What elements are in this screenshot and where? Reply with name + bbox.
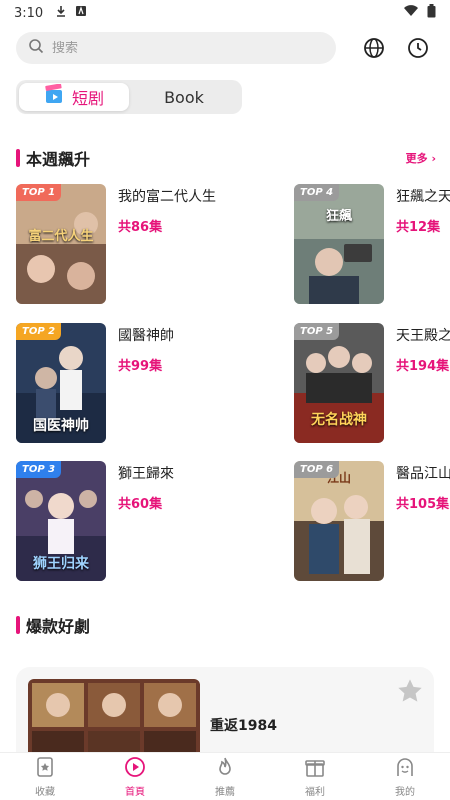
bookmark-star-icon [34,756,56,781]
rank-item-2[interactable]: 国医神帅 TOP 2 國醫神帥 共99集 [16,323,286,443]
rank-info-3: 獅王歸來 共60集 [106,461,174,581]
rank-item-3[interactable]: 狮王归来 TOP 3 獅王歸來 共60集 [16,461,286,581]
poster-4[interactable]: 狂飆 TOP 4 [294,184,384,304]
rank-item-4[interactable]: 狂飆 TOP 4 狂飆之天 共12集 [294,184,450,304]
rank-badge-2: TOP 2 [16,323,62,340]
rank-item-5[interactable]: 无名战神 TOP 5 天王殿之 共194集 [294,323,450,443]
poster-2-caption: 国医神帅 [33,418,89,434]
search-icon [28,38,44,58]
nav-label-profile: 我的 [395,786,415,798]
poster-4-art [294,184,384,304]
tab-book-label: Book [164,87,204,107]
rank-info-4: 狂飆之天 共12集 [384,184,450,304]
content-type-switch: 短剧 Book [16,80,242,114]
status-bar: 3:10 [0,0,450,26]
search-row [16,32,436,64]
rising-section-header: 本週飆升 更多 › [16,147,436,169]
nav-item-recommend[interactable]: 推薦 [180,753,270,800]
bottom-nav: 收藏 首頁 推薦 福利 我的 [0,752,450,800]
rank-title-5: 天王殿之 [396,328,450,344]
nav-item-favorites[interactable]: 收藏 [0,753,90,800]
search-box[interactable] [16,32,336,64]
profile-face-icon [394,756,416,781]
nav-item-home[interactable]: 首頁 [90,753,180,800]
rank-item-6[interactable]: 江山 TOP 6 醫品江山 共105集 [294,461,450,581]
poster-1-art [16,184,106,304]
flame-icon [214,756,236,781]
poster-1-caption: 富二代人生 [28,229,94,244]
rank-title-4: 狂飆之天 [396,189,450,205]
section-accent-bar [16,616,20,634]
rank-title-6: 醫品江山 [396,466,450,482]
poster-3[interactable]: 狮王归来 TOP 3 [16,461,106,581]
poster-4-caption: 狂飆 [325,209,352,224]
rank-info-2: 國醫神帥 共99集 [106,323,174,443]
rank-title-1: 我的富二代人生 [118,189,216,205]
nav-label-rewards: 福利 [305,786,325,798]
hot-drama-title: 重返1984 [210,718,277,734]
play-circle-icon [124,756,146,781]
clapperboard-icon [44,83,66,110]
rank-info-5: 天王殿之 共194集 [384,323,450,443]
section-accent-bar [16,149,20,167]
poster-2[interactable]: 国医神帅 TOP 2 [16,323,106,443]
hot-section-header: 爆款好劇 [16,614,436,636]
rank-title-2: 國醫神帥 [118,328,174,344]
rising-section-title: 本週飆升 [26,150,91,169]
rank-episodes-2: 共99集 [118,359,163,374]
hot-section-title: 爆款好劇 [26,617,91,636]
search-input[interactable] [52,40,292,56]
globe-icon[interactable] [362,36,386,60]
notification-a-icon [75,5,87,21]
rank-badge-4: TOP 4 [294,184,340,201]
nav-label-recommend: 推薦 [215,786,235,798]
rank-episodes-1: 共86集 [118,220,163,235]
rank-item-1[interactable]: 富二代人生 TOP 1 我的富二代人生 共86集 [16,184,286,304]
rank-badge-1: TOP 1 [16,184,62,201]
wifi-icon [403,5,419,21]
nav-label-favorites: 收藏 [35,786,55,798]
rank-badge-5: TOP 5 [294,323,340,340]
poster-5[interactable]: 无名战神 TOP 5 [294,323,384,443]
rank-info-6: 醫品江山 共105集 [384,461,450,581]
battery-icon [427,4,436,22]
nav-item-rewards[interactable]: 福利 [270,753,360,800]
rank-badge-3: TOP 3 [16,461,62,478]
rank-info-1: 我的富二代人生 共86集 [106,184,216,304]
download-icon [55,5,67,21]
rank-title-3: 獅王歸來 [118,466,174,482]
poster-5-caption: 无名战神 [311,412,367,428]
status-time: 3:10 [14,5,44,21]
tab-book[interactable]: Book [129,83,239,111]
poster-3-caption: 狮王归来 [33,556,89,572]
clock-icon[interactable] [406,36,430,60]
rank-episodes-6: 共105集 [396,497,450,512]
tab-short-drama[interactable]: 短剧 [19,83,129,111]
nav-label-home: 首頁 [125,786,145,798]
nav-item-profile[interactable]: 我的 [360,753,450,800]
rank-episodes-3: 共60集 [118,497,163,512]
poster-1[interactable]: 富二代人生 TOP 1 [16,184,106,304]
star-icon[interactable] [396,677,424,709]
more-link[interactable]: 更多 › [406,150,436,166]
tab-short-drama-label: 短剧 [71,89,104,108]
rank-episodes-4: 共12集 [396,220,441,235]
poster-6[interactable]: 江山 TOP 6 [294,461,384,581]
gift-box-icon [304,756,326,781]
rank-badge-6: TOP 6 [294,461,340,478]
rank-episodes-5: 共194集 [396,359,450,374]
